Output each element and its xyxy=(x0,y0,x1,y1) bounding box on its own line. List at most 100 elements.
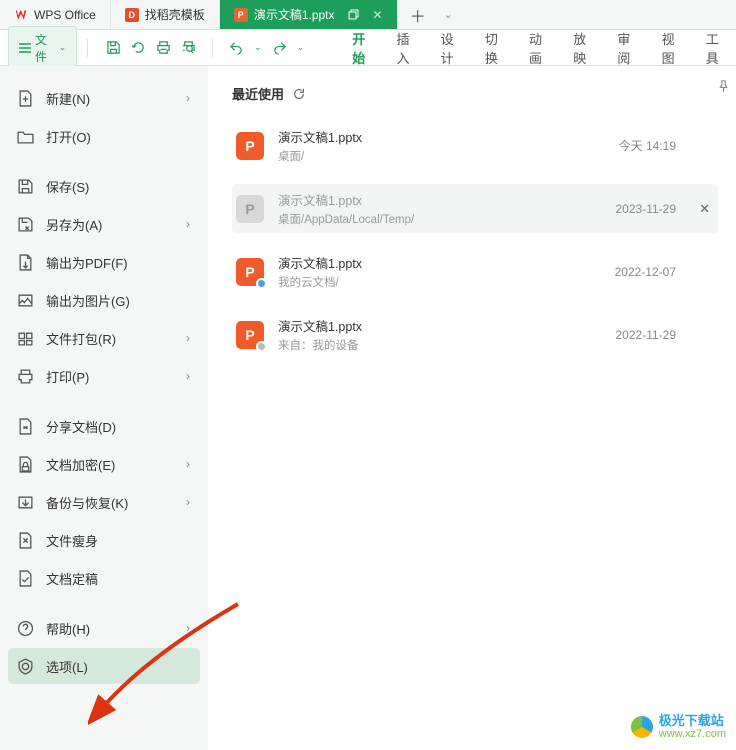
ribbon-tab-transition[interactable]: 切换 xyxy=(485,29,507,67)
recent-file-path: 来自：我的设备 xyxy=(278,337,362,353)
remove-recent-icon[interactable]: ✕ xyxy=(699,201,710,217)
refresh-icon[interactable] xyxy=(292,87,306,101)
watermark-url: www.xz7.com xyxy=(659,728,726,740)
menu-item-help[interactable]: 帮助(H) › xyxy=(8,610,200,646)
recent-file-name: 演示文稿1.pptx xyxy=(278,253,362,272)
menu-item-save[interactable]: 保存(S) xyxy=(8,168,200,204)
recent-item[interactable]: P 演示文稿1.pptx 我的云文档/ 2022-12-07 xyxy=(232,247,718,296)
new-file-icon xyxy=(16,89,34,107)
file-menu-button[interactable]: 文件 ⌄ xyxy=(8,26,77,70)
menu-item-print[interactable]: 打印(P) › xyxy=(8,358,200,394)
share-icon xyxy=(16,417,34,435)
menu-label: 输出为PDF(F) xyxy=(46,253,128,272)
ribbon-tab-view[interactable]: 视图 xyxy=(662,29,684,67)
file-menu-label: 文件 xyxy=(35,31,55,65)
menu-label: 新建(N) xyxy=(46,89,90,108)
ribbon-tab-review[interactable]: 审阅 xyxy=(617,29,639,67)
undo-qat-icon[interactable] xyxy=(229,40,244,55)
menu-label: 保存(S) xyxy=(46,177,89,196)
ribbon-tab-slideshow[interactable]: 放映 xyxy=(573,29,595,67)
save-as-icon xyxy=(16,215,34,233)
new-tab-dropdown-icon[interactable]: ⌄ xyxy=(432,8,465,21)
recent-item[interactable]: P 演示文稿1.pptx 桌面/ 今天 14:19 xyxy=(232,121,718,170)
recent-file-path: 我的云文档/ xyxy=(278,274,362,290)
pptx-file-icon: P xyxy=(236,321,264,349)
recent-file-name: 演示文稿1.pptx xyxy=(278,190,414,209)
package-icon xyxy=(16,329,34,347)
menu-label: 文档定稿 xyxy=(46,569,98,588)
ribbon-bar: 文件 ⌄ ⌄ ⌄ 开始 插入 设计 切换 动画 放映 审阅 视图 工具 xyxy=(0,30,736,66)
hamburger-icon xyxy=(19,43,31,53)
pin-icon[interactable] xyxy=(717,80,730,93)
presentation-icon: P xyxy=(234,8,248,22)
menu-item-finalize[interactable]: 文档定稿 xyxy=(8,560,200,596)
recent-info: 演示文稿1.pptx 我的云文档/ xyxy=(278,253,362,290)
finalize-icon xyxy=(16,569,34,587)
menu-label: 文档加密(E) xyxy=(46,455,115,474)
tab-active-document[interactable]: P 演示文稿1.pptx ✕ xyxy=(220,0,398,29)
separator xyxy=(212,39,213,57)
separator xyxy=(87,39,88,57)
menu-item-backup[interactable]: 备份与恢复(K) › xyxy=(8,484,200,520)
menu-item-new[interactable]: 新建(N) › xyxy=(8,80,200,116)
chevron-right-icon: › xyxy=(186,369,190,383)
tab-wps-home[interactable]: WPS Office xyxy=(0,0,111,29)
menu-item-export-image[interactable]: 输出为图片(G) xyxy=(8,282,200,318)
recent-item[interactable]: P 演示文稿1.pptx 桌面/AppData/Local/Temp/ 2023… xyxy=(232,184,718,233)
save-icon xyxy=(16,177,34,195)
recent-file-date: 2023-11-29 xyxy=(616,202,677,216)
redo-dropdown-icon[interactable]: ⌄ xyxy=(297,42,305,53)
recent-info: 演示文稿1.pptx 桌面/AppData/Local/Temp/ xyxy=(278,190,414,227)
wps-logo-icon xyxy=(14,8,28,22)
chevron-right-icon: › xyxy=(186,331,190,345)
lock-icon xyxy=(16,455,34,473)
menu-item-encrypt[interactable]: 文档加密(E) › xyxy=(8,446,200,482)
open-folder-icon xyxy=(16,127,34,145)
print-icon xyxy=(16,367,34,385)
watermark: 极光下载站 www.xz7.com xyxy=(631,714,726,740)
recent-file-name: 演示文稿1.pptx xyxy=(278,127,362,146)
reload-qat-icon[interactable] xyxy=(131,40,146,55)
menu-item-slim[interactable]: 文件瘦身 xyxy=(8,522,200,558)
menu-item-package[interactable]: 文件打包(R) › xyxy=(8,320,200,356)
undo-dropdown-icon[interactable]: ⌄ xyxy=(254,42,262,53)
export-image-icon xyxy=(16,291,34,309)
ribbon-tabs: 开始 插入 设计 切换 动画 放映 审阅 视图 工具 xyxy=(352,29,728,67)
chevron-right-icon: › xyxy=(186,495,190,509)
ribbon-tab-tools[interactable]: 工具 xyxy=(706,29,728,67)
chevron-right-icon: › xyxy=(186,457,190,471)
menu-label: 另存为(A) xyxy=(46,215,102,234)
print-qat-icon[interactable] xyxy=(156,40,171,55)
tab-docker-label: 找稻壳模板 xyxy=(145,6,205,23)
print-preview-qat-icon[interactable] xyxy=(181,40,196,55)
watermark-title: 极光下载站 xyxy=(659,714,726,728)
recent-info: 演示文稿1.pptx 来自：我的设备 xyxy=(278,316,362,353)
menu-item-options[interactable]: 选项(L) xyxy=(8,648,200,684)
menu-item-save-as[interactable]: 另存为(A) › xyxy=(8,206,200,242)
ribbon-tab-insert[interactable]: 插入 xyxy=(396,29,418,67)
menu-item-open[interactable]: 打开(O) xyxy=(8,118,200,154)
save-qat-icon[interactable] xyxy=(106,40,121,55)
ribbon-tab-start[interactable]: 开始 xyxy=(352,29,374,67)
menu-item-share[interactable]: 分享文档(D) xyxy=(8,408,200,444)
recent-file-path: 桌面/ xyxy=(278,148,362,164)
restore-window-icon[interactable] xyxy=(347,9,359,21)
menu-label: 帮助(H) xyxy=(46,619,90,638)
chevron-right-icon: › xyxy=(186,91,190,105)
file-backstage: 新建(N) › 打开(O) 保存(S) 另存为(A) › 输出为PDF(F) 输… xyxy=(0,66,736,750)
backup-icon xyxy=(16,493,34,511)
menu-label: 打印(P) xyxy=(46,367,89,386)
help-icon xyxy=(16,619,34,637)
docker-logo-icon: D xyxy=(125,8,139,22)
close-tab-icon[interactable]: ✕ xyxy=(373,8,383,22)
menu-label: 输出为图片(G) xyxy=(46,291,130,310)
ribbon-tab-design[interactable]: 设计 xyxy=(441,29,463,67)
redo-qat-icon[interactable] xyxy=(272,40,287,55)
watermark-logo-icon xyxy=(631,716,653,738)
chevron-right-icon: › xyxy=(186,621,190,635)
export-pdf-icon xyxy=(16,253,34,271)
menu-item-export-pdf[interactable]: 输出为PDF(F) xyxy=(8,244,200,280)
tab-docker-template[interactable]: D 找稻壳模板 xyxy=(111,0,220,29)
ribbon-tab-animation[interactable]: 动画 xyxy=(529,29,551,67)
recent-item[interactable]: P 演示文稿1.pptx 来自：我的设备 2022-11-29 xyxy=(232,310,718,359)
